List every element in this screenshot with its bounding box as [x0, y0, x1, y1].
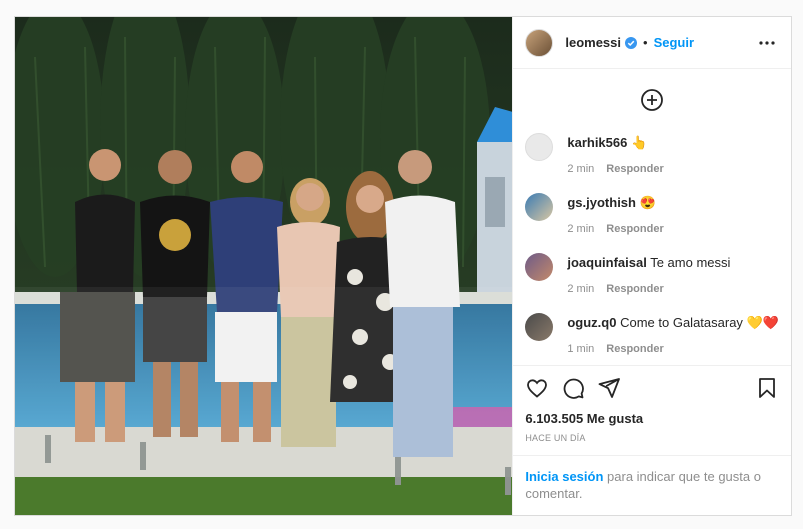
share-paper-plane-icon[interactable]	[597, 376, 621, 400]
separator-dot: •	[643, 35, 648, 50]
comment-username[interactable]: karhik566	[567, 135, 627, 150]
verified-badge-icon	[625, 36, 638, 49]
post-sidebar: leomessi • Seguir karhik566 👆 2 min Respo…	[512, 17, 791, 515]
reply-button[interactable]: Responder	[606, 223, 663, 235]
like-heart-icon[interactable]	[525, 376, 549, 400]
reply-button[interactable]: Responder	[606, 343, 663, 355]
photo-scene	[15, 17, 513, 515]
reply-button[interactable]: Responder	[606, 283, 663, 295]
post-timestamp: HACE UN DÍA	[525, 433, 586, 443]
login-prompt: Inicia sesión para indicar que te gusta …	[513, 455, 791, 515]
comment-avatar[interactable]	[525, 253, 554, 281]
comment-avatar[interactable]	[525, 313, 554, 341]
load-more-comments-icon[interactable]	[640, 88, 664, 112]
post-header: leomessi • Seguir	[513, 17, 791, 69]
comment-username[interactable]: gs.jyothish	[567, 195, 636, 210]
bookmark-icon[interactable]	[755, 376, 779, 400]
comment-avatar[interactable]	[525, 193, 554, 221]
comments-list[interactable]: karhik566 👆 2 min Responder gs.jyothish 😍…	[513, 69, 791, 365]
comment-username[interactable]: joaquinfaisal	[567, 255, 646, 270]
more-options-icon[interactable]	[755, 31, 779, 55]
comment-username[interactable]: oguz.q0	[567, 315, 616, 330]
action-bar	[513, 365, 791, 409]
comment-time: 2 min	[567, 283, 595, 295]
comment-time: 1 min	[567, 343, 595, 355]
comment-text: Come to Galatasaray 💛❤️	[620, 315, 779, 330]
instagram-post: leomessi • Seguir karhik566 👆 2 min Respo…	[14, 16, 792, 516]
author-avatar[interactable]	[525, 28, 554, 57]
login-link[interactable]: Inicia sesión	[525, 469, 603, 484]
comment-time: 2 min	[567, 163, 595, 175]
comment-bubble-icon[interactable]	[561, 376, 585, 400]
comment-avatar[interactable]	[525, 133, 554, 161]
post-photo[interactable]	[15, 17, 513, 515]
likes-count[interactable]: 6.103.505 Me gusta	[513, 409, 791, 429]
comment-text: 😍	[639, 195, 656, 210]
comment-text: 👆	[630, 135, 648, 150]
comment-time: 2 min	[567, 223, 595, 235]
author-username[interactable]: leomessi	[565, 35, 621, 50]
comment-text: Te amo messi	[650, 255, 731, 270]
follow-button[interactable]: Seguir	[654, 35, 694, 50]
reply-button[interactable]: Responder	[606, 163, 663, 175]
